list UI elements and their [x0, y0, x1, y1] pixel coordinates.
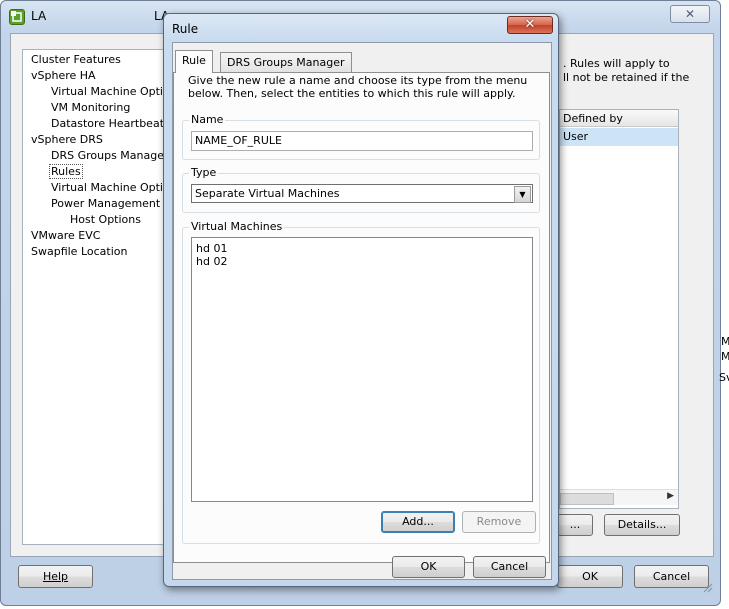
dialog-cancel-button[interactable]: Cancel	[473, 556, 546, 578]
type-group: Type Separate Virtual Machines ▼	[182, 166, 540, 213]
list-item[interactable]: hd 02	[196, 255, 227, 268]
tree-item-vsphere-ha[interactable]: vSphere HA	[31, 69, 96, 82]
type-group-label: Type	[189, 166, 219, 180]
rules-description-line1: . Rules will apply to	[563, 57, 670, 70]
tree-item-cluster-features[interactable]: Cluster Features	[31, 53, 121, 66]
tab-drs-groups-manager[interactable]: DRS Groups Manager	[220, 52, 352, 72]
virtual-machines-group-label: Virtual Machines	[189, 220, 285, 234]
settings-tree[interactable]: Cluster Features vSphere HA Virtual Mach…	[22, 49, 182, 545]
column-header-defined-by[interactable]: Defined by	[560, 110, 678, 127]
virtual-machines-group: Virtual Machines hd 01 hd 02 Add... Remo…	[182, 220, 540, 544]
tree-item-vmware-evc[interactable]: VMware EVC	[31, 229, 100, 242]
tree-item-host-options[interactable]: Host Options	[70, 213, 141, 226]
window-ok-button[interactable]: OK	[557, 565, 623, 588]
scrollbar-thumb[interactable]	[560, 493, 614, 505]
rules-partial-button[interactable]: ...	[557, 514, 593, 536]
resize-grip-icon[interactable]	[701, 581, 713, 593]
close-icon: ✕	[684, 7, 696, 21]
tree-item-power-management[interactable]: Power Management	[51, 197, 160, 210]
rule-type-select[interactable]: Separate Virtual Machines ▼	[191, 184, 533, 203]
close-icon: ✕	[524, 17, 536, 32]
tree-item-vm-monitoring[interactable]: VM Monitoring	[51, 101, 130, 114]
rules-description: . Rules will apply to ll not be retained…	[563, 57, 689, 85]
instructions-text: Give the new rule a name and choose its …	[188, 74, 528, 100]
details-button[interactable]: Details...	[604, 514, 680, 536]
rule-dialog: Rule ✕ Rule DRS Groups Manager Give the …	[163, 13, 559, 587]
dialog-client-area: Rule DRS Groups Manager Give the new rul…	[172, 42, 552, 580]
tree-item-rules[interactable]: Rules	[49, 164, 83, 179]
edge-fragment: M	[721, 350, 729, 363]
rules-description-line2: ll not be retained if the	[563, 71, 690, 84]
table-row[interactable]: User	[560, 128, 678, 146]
name-group: Name NAME_OF_RULE	[182, 113, 540, 160]
tree-item-vsphere-drs[interactable]: vSphere DRS	[31, 133, 103, 146]
scroll-right-arrow-icon[interactable]: ▶	[667, 491, 674, 501]
list-item[interactable]: hd 01	[196, 242, 227, 255]
dialog-ok-button[interactable]: OK	[392, 556, 465, 578]
virtual-machines-list[interactable]: hd 01 hd 02	[191, 237, 533, 502]
help-button[interactable]: Help	[18, 565, 93, 588]
rule-tab-panel: Give the new rule a name and choose its …	[173, 72, 550, 563]
chevron-down-icon[interactable]: ▼	[514, 186, 531, 203]
tree-item-swapfile-location[interactable]: Swapfile Location	[31, 245, 127, 258]
rule-name-field[interactable]: NAME_OF_RULE	[191, 131, 533, 151]
add-vm-button[interactable]: Add...	[381, 511, 455, 533]
dialog-title: Rule	[172, 22, 199, 36]
tab-rule[interactable]: Rule	[175, 50, 213, 73]
window-close-button[interactable]: ✕	[670, 5, 710, 23]
edge-fragment: Sv	[719, 371, 729, 384]
rule-type-selected-value: Separate Virtual Machines	[195, 187, 340, 200]
dialog-close-button[interactable]: ✕	[507, 16, 553, 34]
window-cancel-button[interactable]: Cancel	[634, 565, 709, 588]
edge-fragment: M	[721, 335, 729, 348]
name-group-label: Name	[189, 113, 226, 127]
cluster-settings-icon	[9, 9, 25, 25]
tree-item-drs-groups-manager[interactable]: DRS Groups Manager	[51, 149, 169, 162]
remove-vm-button[interactable]: Remove	[462, 511, 536, 533]
tree-item-datastore-heartbeating[interactable]: Datastore Heartbeating	[51, 117, 181, 130]
table-horizontal-scrollbar[interactable]: ▶	[560, 489, 678, 505]
window-title-left: LA	[31, 9, 47, 23]
rules-table[interactable]: Defined by User	[559, 109, 679, 509]
